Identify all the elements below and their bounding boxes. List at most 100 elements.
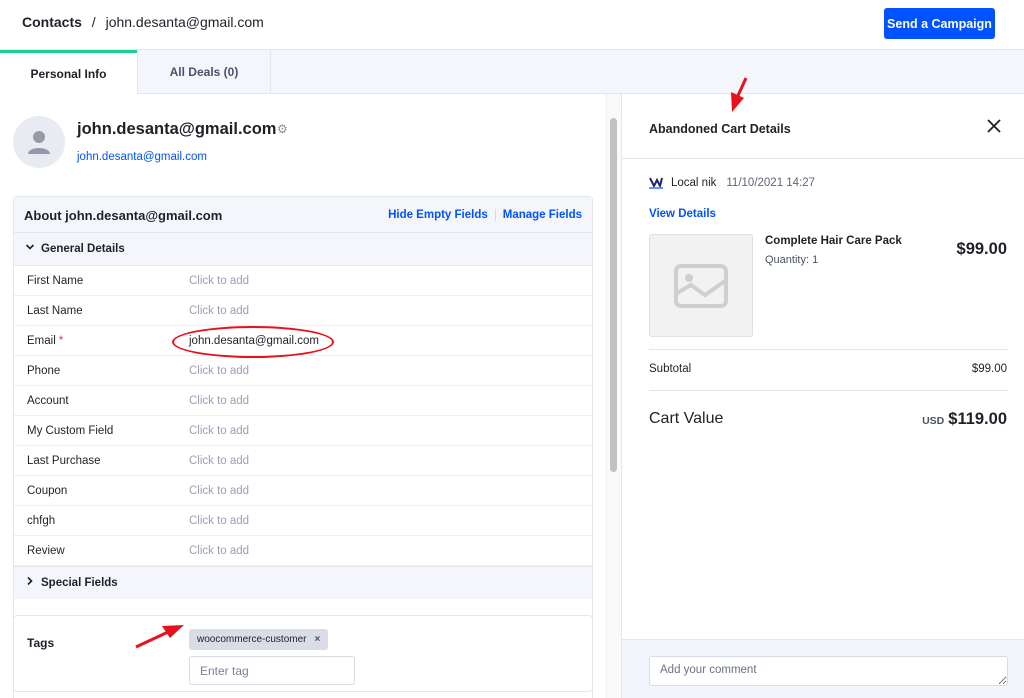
subtotal-label: Subtotal <box>649 363 692 375</box>
cart-value-amount: $119.00 <box>948 410 1007 428</box>
scrollbar-thumb[interactable] <box>610 118 617 472</box>
divider <box>494 209 496 221</box>
comment-area <box>622 639 1024 698</box>
gear-icon[interactable]: ⚙ <box>277 122 288 136</box>
image-icon <box>674 263 728 308</box>
contact-details-panel: john.desanta@gmail.com ⚙ john.desanta@gm… <box>0 94 622 698</box>
avatar <box>13 116 65 168</box>
tag-chip: woocommerce-customer × <box>189 629 329 650</box>
comment-input[interactable] <box>649 656 1008 686</box>
field-value[interactable]: Click to add <box>189 545 249 557</box>
about-title: About john.desanta@gmail.com <box>24 208 223 223</box>
close-icon[interactable] <box>986 116 1002 138</box>
field-label-text: chfgh <box>27 515 56 527</box>
manage-fields-link[interactable]: Manage Fields <box>503 209 582 221</box>
view-details-link[interactable]: View Details <box>649 208 716 220</box>
general-details-label: General Details <box>41 243 125 255</box>
cart-value-currency: USD <box>922 415 945 427</box>
tab-all-deals[interactable]: All Deals (0) <box>137 50 271 94</box>
field-label: Phone <box>27 365 60 377</box>
field-list: First Name Click to add Last Name Click to … <box>14 266 592 566</box>
store-info: Local nik 11/10/2021 14:27 <box>649 177 815 189</box>
product-quantity: Quantity: 1 <box>765 254 819 266</box>
contact-name: john.desanta@gmail.com <box>77 120 277 138</box>
field-label-text: First Name <box>27 275 84 287</box>
field-value[interactable]: john.desanta@gmail.com <box>189 335 319 347</box>
field-value[interactable]: Click to add <box>189 425 249 437</box>
abandoned-cart-panel: Abandoned Cart Details Local nik 11/10/2… <box>621 77 1024 698</box>
about-actions: Hide Empty Fields Manage Fields <box>388 209 582 221</box>
special-fields-toggle[interactable]: Special Fields <box>14 566 592 599</box>
field-value[interactable]: Click to add <box>189 305 249 317</box>
breadcrumb-separator: / <box>91 14 96 30</box>
breadcrumb-current: john.desanta@gmail.com <box>105 14 264 30</box>
field-label-text: My Custom Field <box>27 425 114 437</box>
remove-tag-icon[interactable]: × <box>314 634 320 645</box>
field-row: Email * john.desanta@gmail.com <box>14 326 592 358</box>
tab-personal-info[interactable]: Personal Info <box>0 50 137 95</box>
store-logo-icon <box>649 177 663 189</box>
product-name: Complete Hair Care Pack <box>765 235 902 247</box>
field-row: First Name Click to add <box>14 266 592 296</box>
field-row: Phone Click to add <box>14 356 592 386</box>
divider <box>649 349 1008 350</box>
field-row: My Custom Field Click to add <box>14 416 592 446</box>
field-row: Last Purchase Click to add <box>14 446 592 476</box>
field-value[interactable]: Click to add <box>189 485 249 497</box>
tags-card: Tags woocommerce-customer × <box>13 615 593 698</box>
field-label-text: Coupon <box>27 485 68 497</box>
cart-value: USD $119.00 <box>922 410 1007 429</box>
chevron-right-icon <box>25 576 35 589</box>
field-label-text: Review <box>27 545 65 557</box>
field-label: My Custom Field <box>27 425 113 437</box>
product-price: $99.00 <box>956 240 1007 258</box>
field-label-text: Email <box>27 335 56 347</box>
general-details-toggle[interactable]: General Details <box>14 233 592 266</box>
send-campaign-button[interactable]: Send a Campaign <box>884 8 995 39</box>
top-bar: Contacts / john.desanta@gmail.com Send a… <box>0 0 1024 50</box>
cart-panel-title: Abandoned Cart Details <box>649 122 791 136</box>
tag-input[interactable] <box>189 656 355 685</box>
field-label: Last Name <box>27 305 83 317</box>
field-label: Coupon <box>27 485 67 497</box>
field-value[interactable]: Click to add <box>189 515 249 527</box>
user-icon <box>28 131 50 154</box>
required-marker: * <box>58 335 64 347</box>
field-row: Last Name Click to add <box>14 296 592 326</box>
field-label: Review <box>27 545 65 557</box>
special-fields-label: Special Fields <box>41 577 118 589</box>
subtotal-value: $99.00 <box>971 363 1007 375</box>
tab-bar: Personal Info All Deals (0) <box>0 50 1024 95</box>
field-row: Coupon Click to add <box>14 476 592 506</box>
product-image-placeholder <box>649 234 753 337</box>
field-value[interactable]: Click to add <box>189 455 249 467</box>
cart-date: 11/10/2021 14:27 <box>726 177 816 189</box>
field-row: chfgh Click to add <box>14 506 592 536</box>
store-name: Local nik <box>671 177 717 189</box>
field-label: First Name <box>27 275 83 287</box>
field-label: chfgh <box>27 515 55 527</box>
field-label-text: Last Name <box>27 305 83 317</box>
breadcrumb: Contacts / john.desanta@gmail.com <box>22 14 264 30</box>
cart-value-label: Cart Value <box>649 410 724 427</box>
field-row: Review Click to add <box>14 536 592 566</box>
breadcrumb-contacts-link[interactable]: Contacts <box>22 14 82 30</box>
field-label: Account <box>27 395 69 407</box>
hide-empty-fields-link[interactable]: Hide Empty Fields <box>388 209 488 221</box>
field-label-text: Phone <box>27 365 61 377</box>
field-label: Email * <box>27 335 63 347</box>
cart-panel-header: Abandoned Cart Details <box>622 94 1024 159</box>
contact-email-link[interactable]: john.desanta@gmail.com <box>77 151 207 163</box>
field-value[interactable]: Click to add <box>189 395 249 407</box>
field-label-text: Last Purchase <box>27 455 101 467</box>
field-label-text: Account <box>27 395 69 407</box>
field-row: Account Click to add <box>14 386 592 416</box>
field-value[interactable]: Click to add <box>189 275 249 287</box>
tags-label: Tags <box>27 636 55 650</box>
field-label: Last Purchase <box>27 455 101 467</box>
divider <box>649 390 1008 391</box>
field-value[interactable]: Click to add <box>189 365 249 377</box>
about-header: About john.desanta@gmail.com Hide Empty … <box>14 197 592 233</box>
tag-label: woocommerce-customer <box>197 634 307 645</box>
chevron-down-icon <box>25 242 35 255</box>
